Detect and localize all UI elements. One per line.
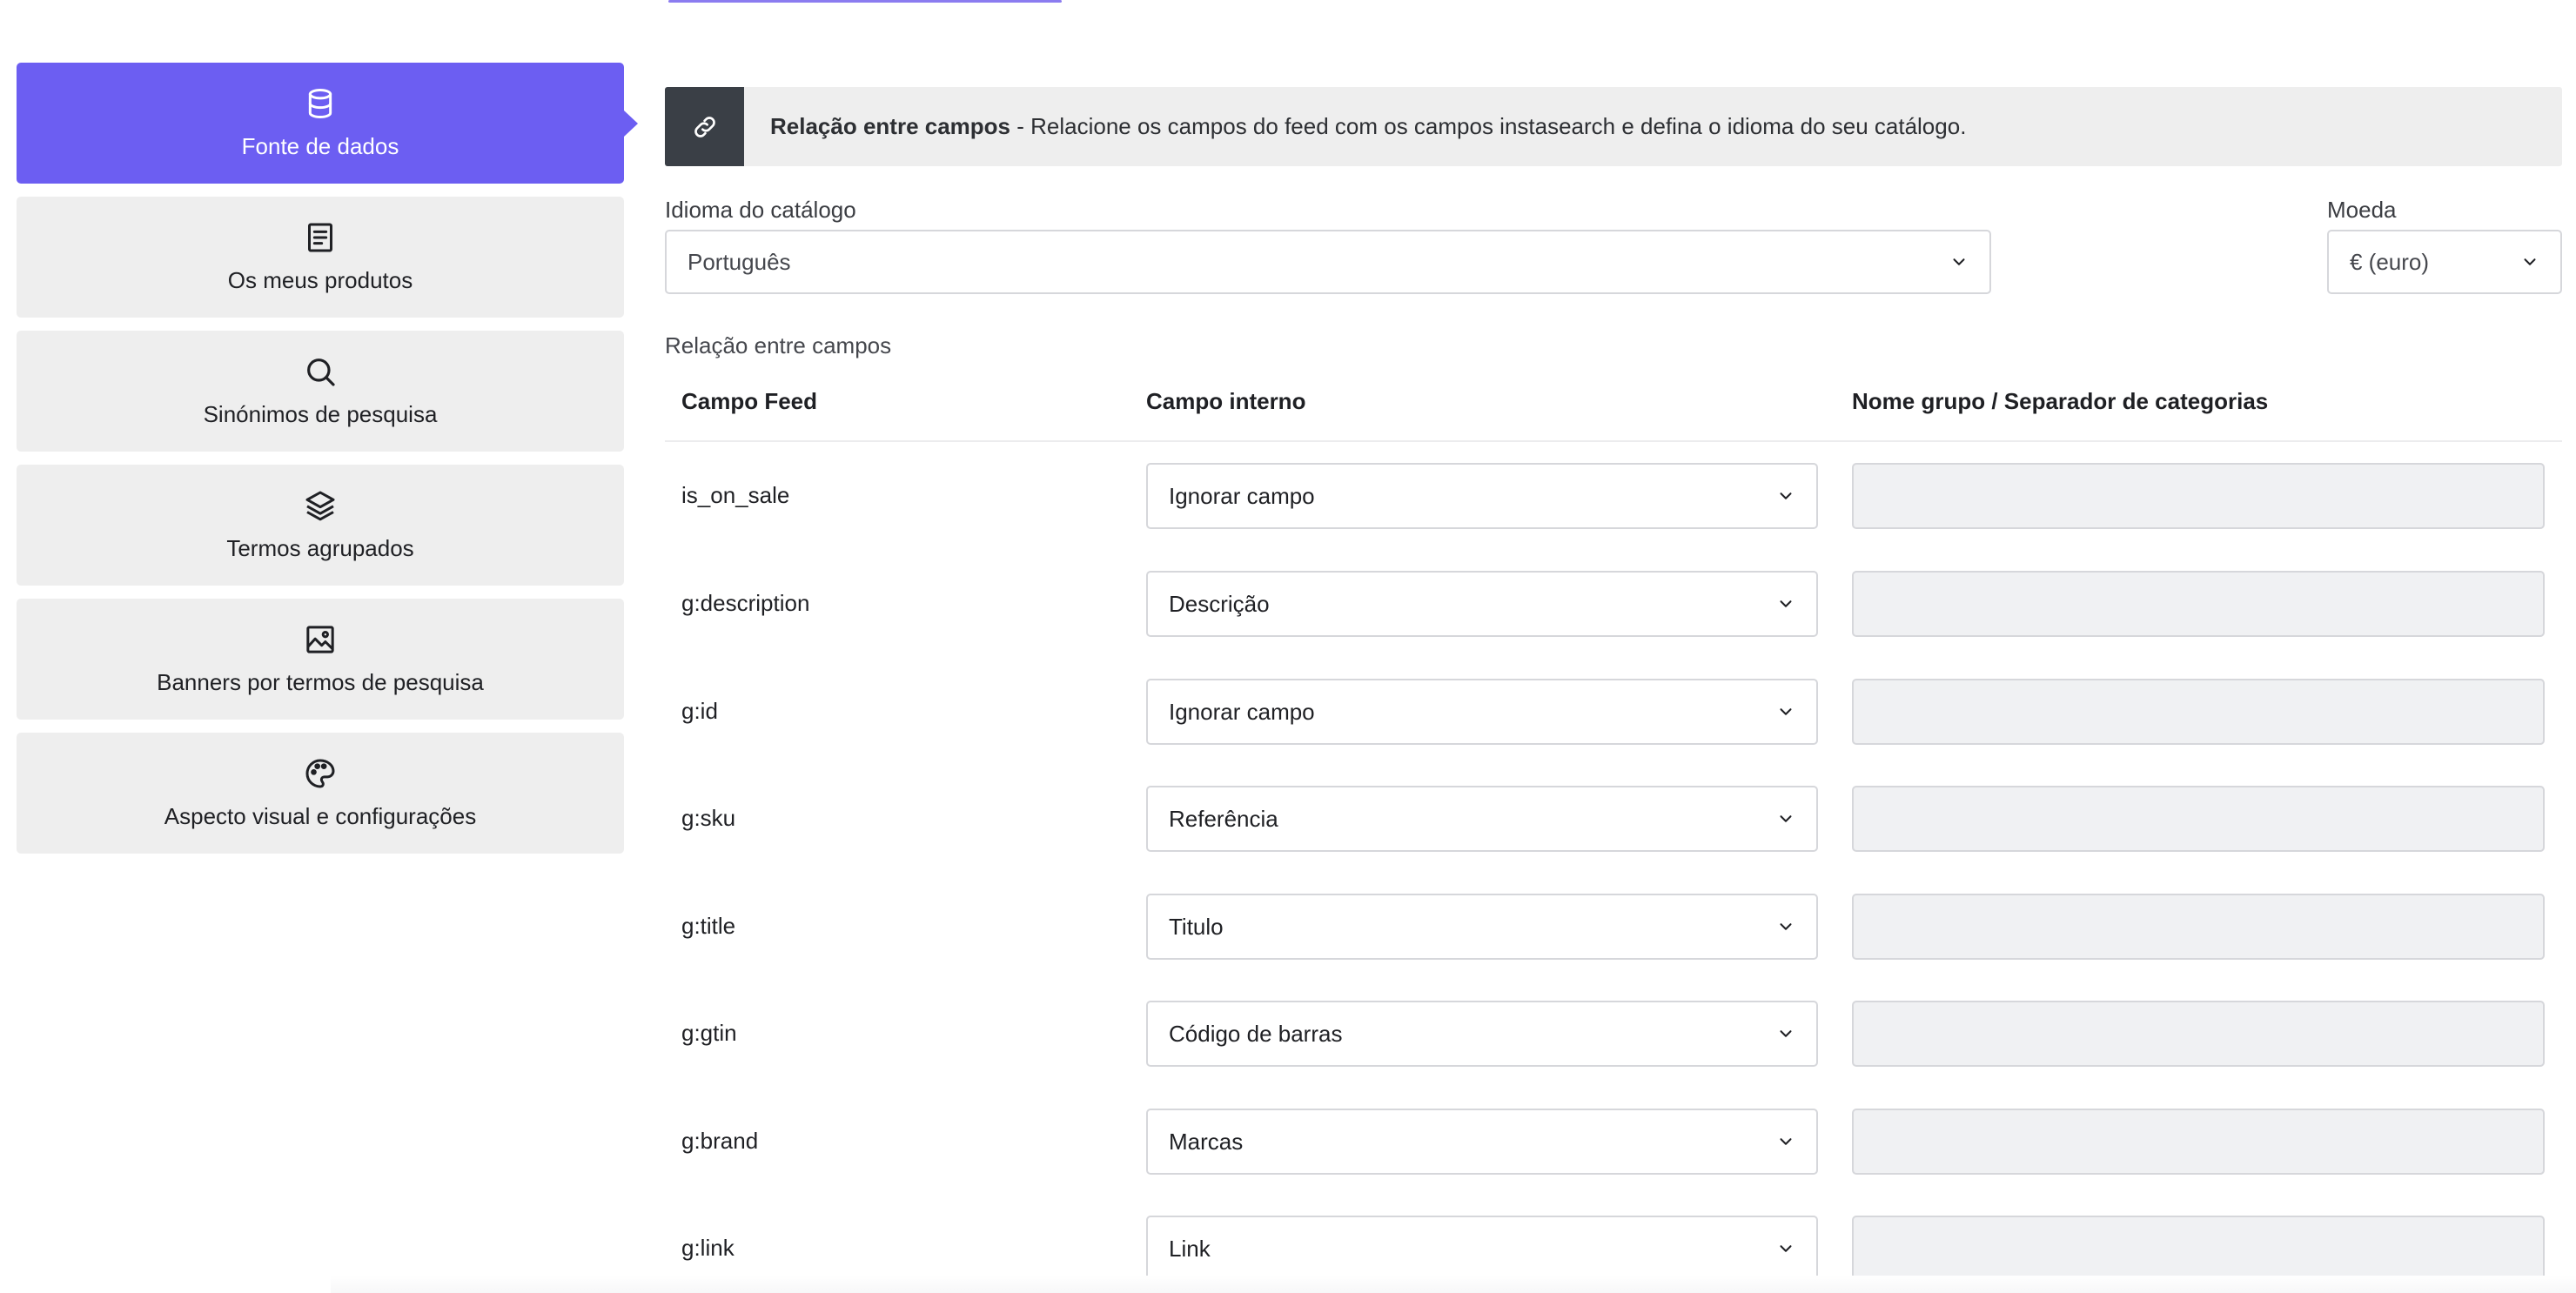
info-banner: Relação entre campos - Relacione os camp… <box>665 87 2562 166</box>
catalog-language-label: Idioma do catálogo <box>665 197 856 223</box>
sidebar-item-label: Aspecto visual e configurações <box>164 803 477 829</box>
table-row: g:sku Referência <box>665 786 2562 852</box>
layers-icon <box>303 488 338 523</box>
internal-field-select[interactable]: Referência <box>1146 786 1818 852</box>
sidebar-item-search-banners[interactable]: Banners por termos de pesquisa <box>17 599 624 720</box>
currency-value: € (euro) <box>2350 248 2430 275</box>
sidebar-item-search-synonyms[interactable]: Sinónimos de pesquisa <box>17 331 624 452</box>
sidebar-item-grouped-terms[interactable]: Termos agrupados <box>17 465 624 586</box>
feed-field-name: g:sku <box>681 805 736 831</box>
group-name-input[interactable] <box>1852 571 2545 637</box>
database-icon <box>303 86 338 121</box>
sidebar-item-visual-settings[interactable]: Aspecto visual e configurações <box>17 733 624 854</box>
info-banner-description: - Relacione os campos do feed com os cam… <box>1010 113 1967 139</box>
info-banner-title: Relação entre campos <box>770 113 1011 139</box>
internal-field-select[interactable]: Código de barras <box>1146 1001 1818 1067</box>
table-row: is_on_sale Ignorar campo <box>665 463 2562 529</box>
group-name-input[interactable] <box>1852 1001 2545 1067</box>
group-name-input[interactable] <box>1852 894 2545 960</box>
group-name-input[interactable] <box>1852 463 2545 529</box>
chevron-down-icon <box>1780 1245 1792 1252</box>
table-row: g:id Ignorar campo <box>665 679 2562 745</box>
info-banner-text: Relação entre campos - Relacione os camp… <box>770 113 1966 140</box>
feed-field-name: g:brand <box>681 1128 759 1154</box>
group-name-input[interactable] <box>1852 786 2545 852</box>
sidebar-item-label: Os meus produtos <box>227 267 413 293</box>
feed-field-name: g:link <box>681 1235 735 1261</box>
group-name-input[interactable] <box>1852 1109 2545 1175</box>
active-tab-underline <box>668 0 1062 3</box>
internal-field-value: Referência <box>1169 805 1278 832</box>
feed-field-name: g:id <box>681 698 718 724</box>
internal-field-select[interactable]: Descrição <box>1146 571 1818 637</box>
sidebar-item-label: Termos agrupados <box>226 535 414 561</box>
chevron-down-icon <box>1780 923 1792 930</box>
chevron-down-icon <box>1780 492 1792 499</box>
internal-field-select[interactable]: Ignorar campo <box>1146 679 1818 745</box>
group-name-input[interactable] <box>1852 679 2545 745</box>
chevron-down-icon <box>1953 258 1965 265</box>
internal-field-value: Descrição <box>1169 590 1270 617</box>
column-header-internal: Campo interno <box>1146 388 1306 414</box>
internal-field-select[interactable]: Link <box>1146 1216 1818 1282</box>
feed-field-name: g:description <box>681 590 810 616</box>
link-icon <box>665 87 744 166</box>
table-row: g:brand Marcas <box>665 1109 2562 1175</box>
column-header-feed: Campo Feed <box>681 388 818 414</box>
catalog-language-value: Português <box>688 248 791 275</box>
sidebar: Fonte de dados Os meus produtos Sinónimo… <box>17 63 638 867</box>
sidebar-item-my-products[interactable]: Os meus produtos <box>17 197 624 318</box>
table-row: g:description Descrição <box>665 571 2562 637</box>
bottom-edge-shadow <box>331 1276 2576 1293</box>
table-row: g:gtin Código de barras <box>665 1001 2562 1067</box>
image-icon <box>303 622 338 657</box>
chevron-down-icon <box>1780 708 1792 715</box>
chevron-down-icon <box>1780 815 1792 822</box>
table-row: g:link Link <box>665 1216 2562 1282</box>
table-row: g:title Titulo <box>665 894 2562 960</box>
internal-field-value: Código de barras <box>1169 1020 1343 1047</box>
column-header-group: Nome grupo / Separador de categorias <box>1852 388 2269 414</box>
group-name-input[interactable] <box>1852 1216 2545 1282</box>
chevron-down-icon <box>1780 1030 1792 1037</box>
feed-field-name: is_on_sale <box>681 482 790 508</box>
internal-field-value: Ignorar campo <box>1169 698 1315 725</box>
feed-field-name: g:title <box>681 913 736 939</box>
internal-field-value: Ignorar campo <box>1169 482 1315 509</box>
chevron-down-icon <box>1780 1138 1792 1145</box>
feed-field-name: g:gtin <box>681 1020 737 1046</box>
header-divider <box>665 440 2562 442</box>
sidebar-item-data-source[interactable]: Fonte de dados <box>17 63 638 184</box>
internal-field-select[interactable]: Ignorar campo <box>1146 463 1818 529</box>
internal-field-value: Titulo <box>1169 913 1224 940</box>
search-icon <box>303 354 338 389</box>
sidebar-item-label: Sinónimos de pesquisa <box>203 401 438 427</box>
sidebar-item-label: Fonte de dados <box>241 133 399 159</box>
internal-field-value: Link <box>1169 1235 1211 1262</box>
internal-field-select[interactable]: Marcas <box>1146 1109 1818 1175</box>
chevron-down-icon <box>2524 258 2536 265</box>
sidebar-item-label: Banners por termos de pesquisa <box>157 669 484 695</box>
palette-icon <box>303 756 338 791</box>
catalog-language-select[interactable]: Português <box>665 230 1991 294</box>
currency-label: Moeda <box>2327 197 2397 223</box>
currency-select[interactable]: € (euro) <box>2327 230 2562 294</box>
mapping-section-label: Relação entre campos <box>665 332 892 358</box>
internal-field-value: Marcas <box>1169 1128 1244 1155</box>
document-list-icon <box>303 220 338 255</box>
chevron-down-icon <box>1780 600 1792 607</box>
internal-field-select[interactable]: Titulo <box>1146 894 1818 960</box>
